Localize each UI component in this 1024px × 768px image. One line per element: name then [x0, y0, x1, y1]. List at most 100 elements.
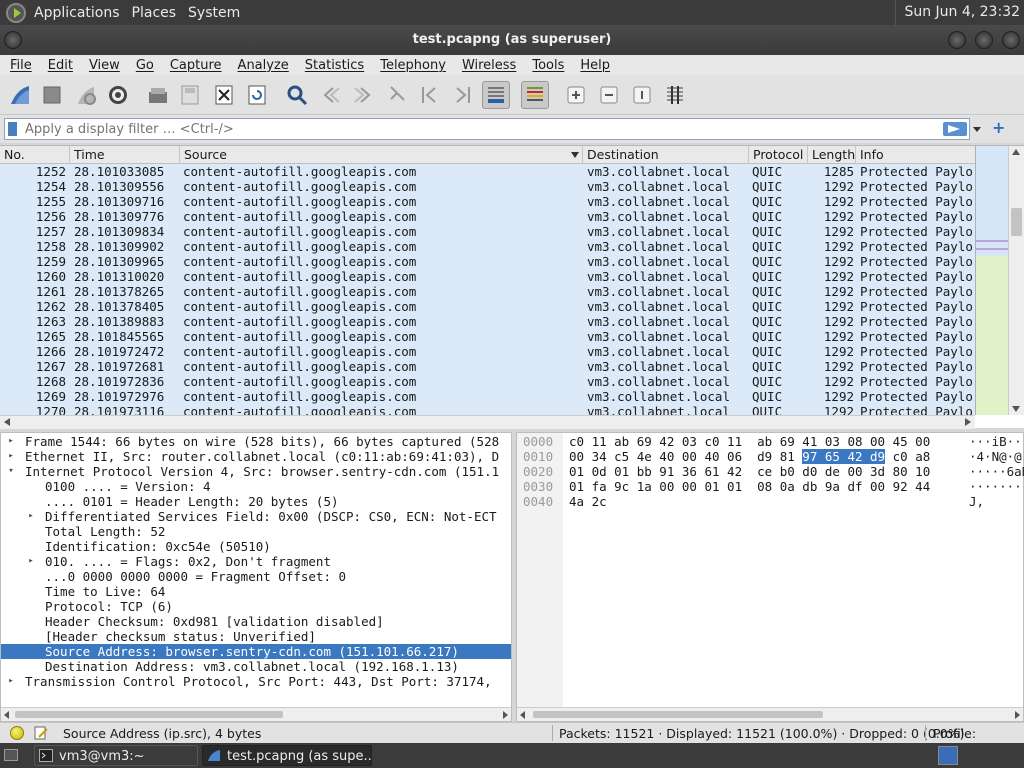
minimize-icon[interactable] [948, 31, 966, 49]
packet-row[interactable]: 1263 28.101389883 content-autofill.googlea… [0, 314, 975, 329]
detail-tree-item[interactable]: 0100 .... = Version: 4 [1, 479, 511, 494]
menu-edit[interactable]: Edit [38, 58, 79, 73]
column-header-protocol[interactable]: Protocol [749, 146, 808, 164]
last-packet-icon[interactable] [448, 81, 476, 109]
packet-list-horizontal-scrollbar[interactable] [0, 415, 975, 429]
detail-tree-item[interactable]: Identification: 0xc54e (50510) [1, 539, 511, 554]
bytes-ascii[interactable]: ········ [969, 479, 1024, 494]
bytes-hex[interactable]: 01 0d 01 bb 91 36 61 42 ce b0 d0 de 00 3… [569, 464, 930, 479]
save-file-icon[interactable] [176, 81, 204, 109]
bytes-hex[interactable]: 4a 2c [569, 494, 607, 509]
packet-row[interactable]: 1270 28.101973116 content-autofill.googlea… [0, 404, 975, 415]
edit-comment-icon[interactable] [34, 726, 48, 740]
packet-row[interactable]: 1262 28.101378405 content-autofill.googlea… [0, 299, 975, 314]
menu-analyze[interactable]: Analyze [228, 58, 295, 73]
first-packet-icon[interactable] [416, 81, 444, 109]
go-forward-icon[interactable] [350, 81, 378, 109]
distro-menu-icon[interactable] [6, 2, 26, 23]
menu-wireless[interactable]: Wireless [452, 58, 522, 73]
collapsed-chevron-right-icon[interactable]: ▸ [5, 674, 17, 689]
detail-tree-item[interactable]: Protocol: TCP (6) [1, 599, 511, 614]
menu-help[interactable]: Help [570, 58, 616, 73]
bytes-horizontal-scrollbar[interactable] [517, 707, 1023, 721]
column-header-source[interactable]: Source [180, 146, 583, 164]
capture-options-icon[interactable] [104, 81, 132, 109]
menu-statistics[interactable]: Statistics [295, 58, 370, 73]
menu-capture[interactable]: Capture [160, 58, 228, 73]
open-file-icon[interactable] [144, 81, 172, 109]
detail-tree-item[interactable]: Header Checksum: 0xd981 [validation disa… [1, 614, 511, 629]
zoom-out-icon[interactable] [595, 81, 623, 109]
start-capture-icon[interactable] [6, 81, 34, 109]
packet-row[interactable]: 1256 28.101309776 content-autofill.googlea… [0, 209, 975, 224]
find-packet-icon[interactable] [283, 81, 311, 109]
detail-tree-item[interactable]: Destination Address: vm3.collabnet.local… [1, 659, 511, 674]
column-header-info[interactable]: Info [856, 146, 975, 164]
apply-filter-icon[interactable] [943, 122, 967, 136]
display-filter-input[interactable] [4, 118, 970, 140]
detail-tree-item[interactable]: [Header checksum status: Unverified] [1, 629, 511, 644]
detail-tree-item[interactable]: ▸ Transmission Control Protocol, Src Port… [1, 674, 511, 689]
stop-capture-icon[interactable] [38, 81, 66, 109]
column-header-no[interactable]: No. [0, 146, 70, 164]
packet-row[interactable]: 1254 28.101309556 content-autofill.googlea… [0, 179, 975, 194]
taskbar-item-terminal[interactable]: vm3@vm3:~ [34, 745, 198, 766]
menu-go[interactable]: Go [126, 58, 160, 73]
packet-row[interactable]: 1259 28.101309965 content-autofill.googlea… [0, 254, 975, 269]
autoscroll-icon[interactable] [482, 81, 510, 109]
menu-tools[interactable]: Tools [522, 58, 570, 73]
resize-columns-icon[interactable] [661, 81, 689, 109]
bytes-ascii[interactable]: ·4·N@·@· [969, 449, 1024, 464]
reload-file-icon[interactable] [243, 81, 271, 109]
packet-row[interactable]: 1252 28.101033085 content-autofill.googlea… [0, 164, 975, 179]
packet-row[interactable]: 1265 28.101845565 content-autofill.googlea… [0, 329, 975, 344]
panel-menu-system[interactable]: System [188, 5, 240, 21]
column-header-length[interactable]: Length [808, 146, 856, 164]
packet-row[interactable]: 1266 28.101972472 content-autofill.googlea… [0, 344, 975, 359]
packet-row[interactable]: 1258 28.101309902 content-autofill.googlea… [0, 239, 975, 254]
packet-minimap[interactable] [975, 146, 1009, 415]
menu-view[interactable]: View [79, 58, 126, 73]
bytes-ascii[interactable]: ·····6aB [969, 464, 1024, 479]
go-to-packet-icon[interactable] [383, 81, 411, 109]
zoom-in-icon[interactable] [562, 81, 590, 109]
maximize-icon[interactable] [975, 31, 993, 49]
menu-telephony[interactable]: Telephony [370, 58, 452, 73]
column-header-destination[interactable]: Destination [583, 146, 749, 164]
taskbar-item-wireshark[interactable]: test.pcapng (as supe... [202, 745, 372, 766]
packet-row[interactable]: 1267 28.101972681 content-autofill.googlea… [0, 359, 975, 374]
packet-row[interactable]: 1268 28.101972836 content-autofill.googlea… [0, 374, 975, 389]
show-desktop-icon[interactable] [4, 749, 18, 761]
go-back-icon[interactable] [316, 81, 344, 109]
normal-size-icon[interactable] [628, 81, 656, 109]
expert-info-icon[interactable] [10, 726, 24, 740]
close-file-icon[interactable] [210, 81, 238, 109]
bytes-ascii[interactable]: J, [969, 494, 984, 509]
close-icon[interactable] [1002, 31, 1020, 49]
panel-menu-places[interactable]: Places [132, 5, 177, 21]
colorize-icon[interactable] [521, 81, 549, 109]
column-header-time[interactable]: Time [70, 146, 180, 164]
detail-tree-item[interactable]: Total Length: 52 [1, 524, 511, 539]
details-horizontal-scrollbar[interactable] [1, 707, 511, 721]
packet-row[interactable]: 1257 28.101309834 content-autofill.googlea… [0, 224, 975, 239]
packet-row[interactable]: 1255 28.101309716 content-autofill.googlea… [0, 194, 975, 209]
detail-tree-item[interactable]: ▸ Ethernet II, Src: router.collabnet.loca… [1, 449, 511, 464]
bytes-hex[interactable]: c0 11 ab 69 42 03 c0 11 ab 69 41 03 08 0… [569, 434, 930, 449]
detail-tree-item[interactable]: ...0 0000 0000 0000 = Fragment Offset: 0 [1, 569, 511, 584]
detail-tree-item[interactable]: Time to Live: 64 [1, 584, 511, 599]
collapsed-chevron-right-icon[interactable]: ▸ [25, 509, 37, 524]
filter-bookmark-icon[interactable] [8, 122, 17, 136]
restart-capture-icon[interactable] [72, 81, 100, 109]
packet-list-vertical-scrollbar[interactable] [1008, 146, 1024, 415]
detail-tree-item[interactable]: ▸ Frame 1544: 66 bytes on wire (528 bits)… [1, 434, 511, 449]
menu-file[interactable]: File [0, 58, 38, 73]
collapsed-chevron-right-icon[interactable]: ▸ [25, 554, 37, 569]
panel-menu-applications[interactable]: Applications [34, 5, 120, 21]
collapsed-chevron-right-icon[interactable]: ▸ [5, 449, 17, 464]
packet-row[interactable]: 1261 28.101378265 content-autofill.googlea… [0, 284, 975, 299]
panel-clock[interactable]: Sun Jun 4, 23:32 [895, 0, 1024, 25]
add-filter-button-icon[interactable]: + [992, 120, 1006, 136]
detail-tree-item[interactable]: ▸ Differentiated Services Field: 0x00 (DS… [1, 509, 511, 524]
detail-tree-item[interactable]: .... 0101 = Header Length: 20 bytes (5) [1, 494, 511, 509]
